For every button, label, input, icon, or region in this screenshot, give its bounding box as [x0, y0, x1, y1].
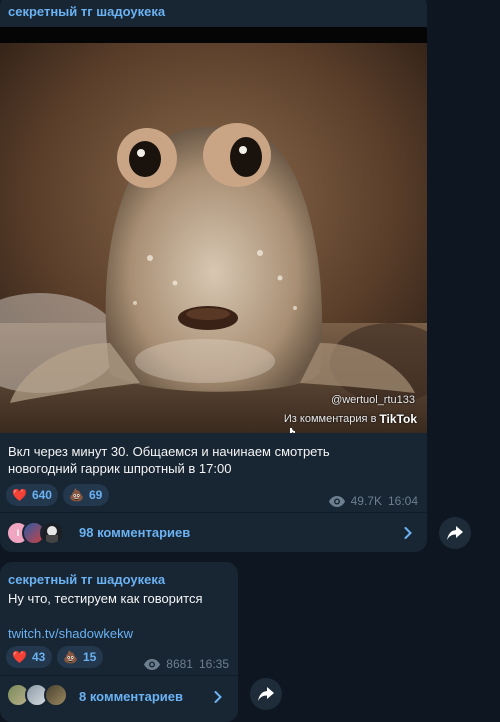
tiktok-icon — [288, 428, 295, 433]
channel-name[interactable]: секретный тг шадоукека — [8, 572, 165, 587]
reaction-count: 15 — [82, 650, 97, 664]
reaction-heart[interactable]: ❤️ 43 — [6, 646, 52, 668]
watermark-source-text: Из комментария в — [283, 413, 377, 425]
commenter-avatars: I — [6, 521, 72, 545]
post-text-line-2: новогодний гаррик шпротный в 17:00 — [8, 461, 232, 476]
post-text: Вкл через минут 30. Общаемся и начинаем … — [8, 443, 330, 477]
post-text-line-1: Вкл через минут 30. Общаемся и начинаем … — [8, 444, 330, 459]
fish-image — [0, 43, 427, 433]
share-button[interactable] — [250, 678, 282, 710]
views-count: 8681 — [166, 657, 193, 671]
comments-label: 8 комментариев — [79, 689, 184, 704]
post-meta: 49.7K 16:04 — [328, 494, 418, 508]
comments-button[interactable]: I 98 комментариев — [0, 514, 427, 552]
comments-button[interactable]: 8 комментариев — [0, 677, 238, 715]
gif-media[interactable]: @wertuol_rtu133 Из комментария в TikTok — [0, 27, 427, 433]
channel-post-2: секретный тг шадоукека Ну что, тестируем… — [0, 562, 238, 722]
views-eye-icon — [328, 495, 345, 507]
post-time: 16:04 — [387, 494, 418, 508]
post-meta: 8681 16:35 — [144, 657, 229, 671]
views-count: 49.7K — [350, 494, 382, 508]
poop-icon: 💩 — [69, 488, 84, 502]
avatar — [44, 683, 68, 707]
share-arrow-icon — [447, 526, 463, 540]
reaction-count: 43 — [31, 650, 46, 664]
comments-divider — [0, 675, 238, 676]
watermark-username: @wertuol_rtu133 — [331, 394, 415, 406]
post-time: 16:35 — [198, 657, 229, 671]
share-arrow-icon — [258, 687, 274, 701]
avatar — [40, 521, 64, 545]
reaction-heart[interactable]: ❤️ 640 — [6, 484, 58, 506]
views-eye-icon — [144, 658, 161, 670]
channel-name[interactable]: секретный тг шадоукека — [8, 4, 165, 19]
share-button[interactable] — [439, 517, 471, 549]
chevron-right-icon — [404, 527, 412, 539]
post-text: Ну что, тестируем как говорится — [8, 591, 203, 606]
reaction-poop[interactable]: 💩 69 — [63, 484, 109, 506]
chevron-right-icon — [214, 691, 222, 703]
comments-label: 98 комментариев — [79, 525, 191, 540]
reaction-count: 640 — [31, 488, 52, 502]
poop-icon: 💩 — [63, 650, 78, 664]
watermark-brand: TikTok — [379, 412, 417, 426]
comments-divider — [0, 512, 427, 513]
heart-icon: ❤️ — [12, 488, 27, 502]
reaction-poop[interactable]: 💩 15 — [57, 646, 103, 668]
media-letterbox — [0, 27, 427, 43]
watermark-source: Из комментария в TikTok — [283, 412, 417, 433]
commenter-avatars — [6, 683, 72, 707]
reaction-count: 69 — [88, 488, 103, 502]
twitch-link[interactable]: twitch.tv/shadowkekw — [8, 625, 133, 642]
heart-icon: ❤️ — [12, 650, 27, 664]
channel-post-1: секретный тг шадоукека @wertuol_rtu133 И… — [0, 0, 427, 552]
